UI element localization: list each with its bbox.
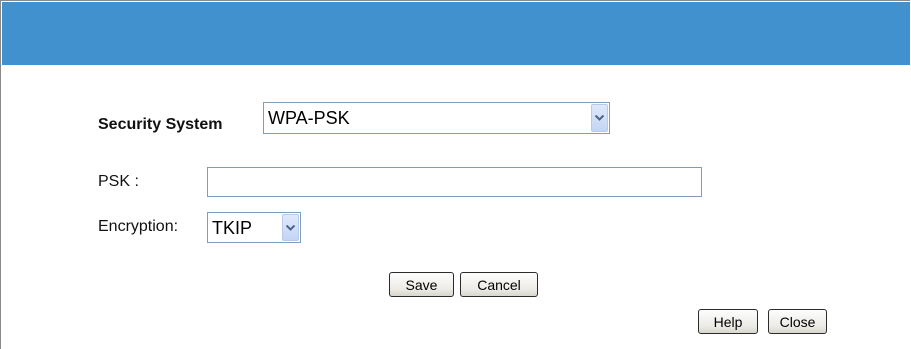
encryption-label: Encryption: [98, 218, 179, 235]
encryption-value: TKIP [212, 218, 253, 238]
save-button[interactable]: Save [389, 272, 454, 297]
chevron-down-icon [286, 224, 295, 231]
security-system-value: WPA-PSK [268, 108, 350, 128]
security-system-label: Security System [98, 116, 223, 133]
close-button[interactable]: Close [768, 309, 827, 334]
psk-input[interactable] [207, 167, 702, 197]
header-bar [2, 2, 910, 65]
psk-label: PSK : [98, 173, 139, 190]
security-system-dropdown-button[interactable] [591, 104, 608, 132]
chevron-down-icon [595, 115, 604, 121]
encryption-dropdown-button[interactable] [282, 214, 299, 241]
dialog-frame: Security System WPA-PSK PSK : Encryption… [0, 0, 910, 349]
security-system-select[interactable]: WPA-PSK [263, 102, 610, 134]
help-button[interactable]: Help [698, 309, 758, 334]
encryption-select[interactable]: TKIP [207, 212, 301, 243]
cancel-button[interactable]: Cancel [460, 272, 538, 297]
